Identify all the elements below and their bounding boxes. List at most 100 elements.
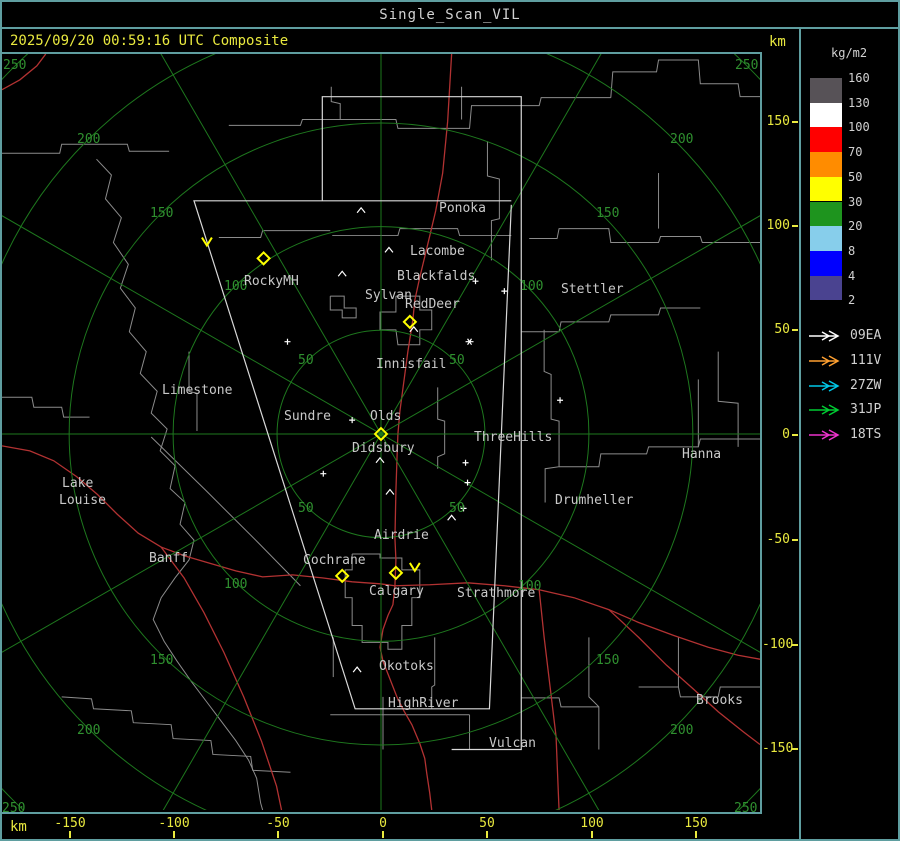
range-ring-label: 100 bbox=[224, 577, 248, 592]
track-row: 27ZW bbox=[802, 379, 898, 393]
town-label: Lake bbox=[62, 476, 94, 491]
town-label: Brooks bbox=[696, 693, 743, 708]
bottom-axis-unit-label: km bbox=[10, 819, 27, 835]
town-label: RockyMH bbox=[244, 274, 299, 289]
colorbar-swatch bbox=[810, 226, 842, 251]
track-row: 09EA bbox=[802, 329, 898, 343]
track-id-label: 111V bbox=[850, 352, 882, 368]
track-row: 31JP bbox=[802, 403, 898, 417]
bottom-axis-tick-label: 50 bbox=[479, 816, 495, 831]
town-label: Innisfail bbox=[376, 357, 447, 372]
bottom-axis-tick bbox=[382, 831, 384, 838]
radar-site-diamond-icon bbox=[402, 314, 418, 330]
track-id-label: 31JP bbox=[850, 402, 882, 418]
town-label: Ponoka bbox=[439, 201, 486, 216]
town-label: Blackfalds bbox=[397, 269, 476, 284]
right-axis-tick bbox=[792, 644, 798, 646]
right-axis-tick-label: -100 bbox=[762, 637, 794, 652]
bottom-axis: km -150 -100 -50 0 50 100 150 bbox=[2, 812, 764, 839]
caret-marker-icon bbox=[447, 514, 457, 521]
range-ring-grid bbox=[2, 54, 760, 810]
track-id-label: 09EA bbox=[850, 328, 882, 343]
colorbar-swatch bbox=[810, 78, 842, 103]
caret-marker-icon bbox=[337, 270, 347, 277]
right-axis-tick bbox=[792, 539, 798, 541]
colorbar-unit-label: kg/m2 bbox=[831, 46, 868, 60]
town-label: Strathmore bbox=[457, 586, 536, 601]
town-label: Calgary bbox=[369, 584, 424, 599]
range-ring-label: 150 bbox=[150, 206, 174, 221]
town-label: Limestone bbox=[162, 383, 233, 398]
track-arrow-icon bbox=[809, 330, 840, 342]
range-ring-label: 50 bbox=[298, 501, 314, 516]
right-axis-tick bbox=[792, 748, 798, 750]
sidebar-divider bbox=[799, 28, 801, 839]
colorbar-value: 50 bbox=[848, 169, 863, 184]
town-label: ThreeHills bbox=[474, 430, 553, 445]
right-axis-tick-label: 100 bbox=[766, 218, 790, 233]
right-axis-tick-label: -50 bbox=[766, 532, 790, 547]
caret-marker-icon bbox=[352, 666, 362, 673]
legend-sidebar: kg/m2 160 130 100 70 50 30 20 8 4 2 09EA 111V 27ZW 3… bbox=[802, 28, 898, 839]
colorbar-value: 2 bbox=[848, 293, 856, 308]
town-label: Banff bbox=[149, 551, 189, 566]
track-arrow-icon bbox=[809, 355, 840, 367]
right-axis-tick-label: 0 bbox=[782, 427, 790, 442]
colorbar-swatch bbox=[810, 152, 842, 177]
right-axis-tick-label: -150 bbox=[762, 741, 794, 756]
radar-app-window: Single_Scan_VIL 2025/09/20 00:59:16 UTC … bbox=[0, 0, 900, 841]
bottom-axis-tick bbox=[277, 831, 279, 838]
colorbar-value: 8 bbox=[848, 243, 856, 258]
range-ring-label: 200 bbox=[77, 132, 101, 147]
colorbar-value: 70 bbox=[848, 145, 863, 160]
right-axis-tick-label: 50 bbox=[774, 322, 790, 337]
colorbar-swatch bbox=[810, 127, 842, 153]
bottom-axis-tick-label: 100 bbox=[580, 816, 604, 831]
colorbar-value: 100 bbox=[848, 120, 870, 135]
right-axis-tick bbox=[792, 121, 798, 123]
town-label: RedDeer bbox=[405, 297, 460, 312]
colorbar-value: 160 bbox=[848, 71, 870, 85]
bottom-axis-tick bbox=[173, 831, 175, 838]
right-axis-unit-label: km bbox=[769, 34, 786, 50]
bottom-axis-tick-label: -150 bbox=[54, 816, 86, 831]
town-label: Louise bbox=[59, 493, 106, 508]
town-label: Cochrane bbox=[303, 553, 366, 568]
right-axis-tick-label: 150 bbox=[766, 114, 790, 129]
town-label: Sundre bbox=[284, 409, 331, 424]
range-ring-label: 100 bbox=[520, 279, 544, 294]
town-label: Vulcan bbox=[489, 736, 536, 751]
colorbar-value: 4 bbox=[848, 268, 856, 283]
bottom-axis-tick bbox=[486, 831, 488, 838]
town-label: Hanna bbox=[682, 447, 722, 462]
colorbar-swatch bbox=[810, 176, 842, 202]
colorbar-swatch bbox=[810, 201, 842, 227]
range-ring-label: 50 bbox=[298, 353, 314, 368]
range-ring-label: 150 bbox=[596, 206, 620, 221]
colorbar-value: 30 bbox=[848, 194, 863, 209]
range-ring-label: 150 bbox=[150, 653, 174, 668]
radar-map-canvas bbox=[2, 54, 760, 810]
town-label: Okotoks bbox=[379, 659, 434, 674]
bottom-axis-tick-label: -50 bbox=[266, 816, 290, 831]
right-axis-tick bbox=[792, 434, 798, 436]
colorbar-swatch bbox=[810, 250, 842, 276]
town-label: Airdrie bbox=[374, 528, 429, 543]
track-arrow-icon bbox=[809, 379, 840, 392]
star-marker-icon bbox=[465, 338, 474, 346]
plus-marker-icon bbox=[462, 459, 469, 466]
right-axis-tick bbox=[792, 329, 798, 331]
town-label: Stettler bbox=[561, 282, 624, 297]
caret-marker-icon bbox=[385, 488, 395, 495]
bottom-axis-tick-label: -100 bbox=[158, 816, 190, 831]
track-arrow-icon bbox=[809, 429, 840, 441]
range-ring-label: 250 bbox=[3, 58, 27, 73]
caret-marker-icon bbox=[384, 246, 394, 253]
range-ring-label: 200 bbox=[670, 132, 694, 147]
bottom-axis-tick-label: 0 bbox=[379, 816, 387, 831]
range-ring-label: 250 bbox=[735, 58, 759, 73]
track-row: 111V bbox=[802, 354, 898, 368]
colorbar-value: 130 bbox=[848, 95, 870, 110]
scan-timestamp: 2025/09/20 00:59:16 UTC Composite bbox=[10, 33, 289, 49]
colorbar-value: 20 bbox=[848, 219, 863, 234]
